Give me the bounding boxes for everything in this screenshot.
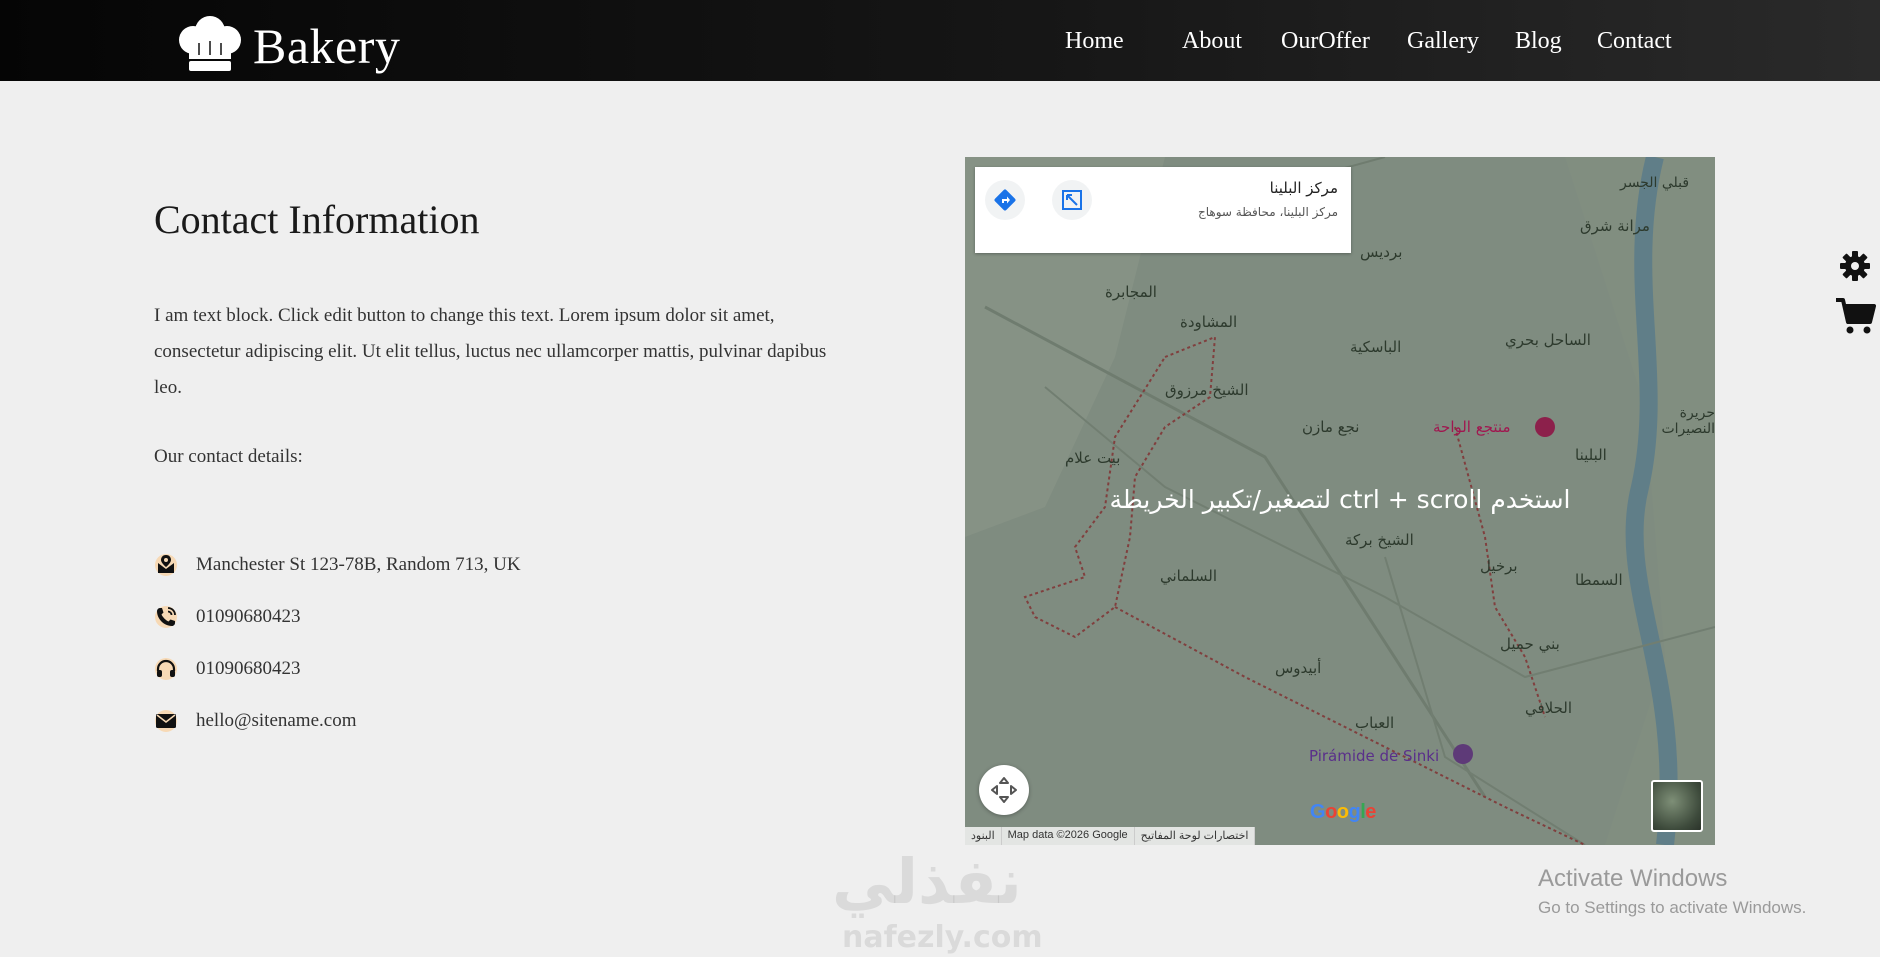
- map-label: الحلافي: [1525, 699, 1573, 717]
- address-item: Manchester St 123-78B, Random 713, UK: [154, 553, 521, 577]
- expand-icon: [1062, 190, 1082, 210]
- nav-about[interactable]: About: [1182, 28, 1242, 55]
- cart-button[interactable]: [1834, 296, 1876, 341]
- nav-contact[interactable]: Contact: [1597, 28, 1672, 55]
- map-label: Pirámide de Sinki: [1309, 747, 1440, 765]
- place-title: مركز البلينا: [1269, 179, 1338, 197]
- map-label: بردیس: [1360, 243, 1403, 261]
- google-map[interactable]: بردیس المجابرة المشاودة الشيخ مرزوق نجع …: [965, 157, 1715, 845]
- email-item: hello@sitename.com: [154, 709, 356, 733]
- page-title: Contact Information: [154, 197, 480, 242]
- nav-home[interactable]: Home: [1065, 28, 1124, 55]
- move-arrows-icon: [991, 777, 1017, 803]
- map-label: منتجع الواحة: [1433, 418, 1511, 436]
- support-phone-text: 01090680423: [196, 658, 301, 679]
- headset-icon: [154, 657, 178, 681]
- map-label: المجابرة: [1105, 283, 1157, 301]
- nav-blog[interactable]: Blog: [1515, 28, 1562, 55]
- chef-hat-icon: [179, 16, 241, 71]
- satellite-toggle[interactable]: [1651, 780, 1703, 832]
- map-label: المشاودة: [1180, 313, 1238, 331]
- brand-name: Bakery: [253, 18, 401, 74]
- gear-icon: [1840, 251, 1870, 281]
- map-label: العباب: [1355, 714, 1395, 732]
- brand-logo[interactable]: Bakery: [175, 14, 400, 74]
- directions-button[interactable]: [985, 180, 1025, 220]
- map-terms-link[interactable]: البنود: [965, 827, 1002, 845]
- map-label: الباسكية: [1350, 338, 1402, 356]
- activate-windows-subtitle: Go to Settings to activate Windows.: [1538, 898, 1807, 917]
- map-label: نجع مازن: [1302, 418, 1360, 436]
- phone-icon: [154, 605, 178, 629]
- map-footer: البنود Map data ©2026 Google اختصارات لو…: [965, 827, 1256, 845]
- top-navbar: Bakery Home About OurOffer Gallery Blog …: [0, 0, 1880, 81]
- map-label: بيت علام: [1065, 449, 1121, 467]
- map-label: حريرة النصيرات: [1661, 405, 1715, 437]
- address-text: Manchester St 123-78B, Random 713, UK: [196, 554, 521, 575]
- open-in-maps-button[interactable]: [1052, 180, 1092, 220]
- map-label: قبلي الجسر: [1620, 175, 1690, 191]
- map-data-credit: Map data ©2026 Google: [1001, 827, 1135, 845]
- support-item: 01090680423: [154, 657, 301, 681]
- map-label: البلينا: [1575, 446, 1607, 464]
- phone-item: 01090680423: [154, 605, 301, 629]
- contact-details-label: Our contact details:: [154, 446, 303, 467]
- activate-windows-title: Activate Windows: [1538, 865, 1728, 892]
- map-label: بني حميل: [1500, 635, 1560, 653]
- envelope-icon: [154, 709, 178, 733]
- map-camera-control[interactable]: [979, 765, 1029, 815]
- location-envelope-icon: [154, 553, 178, 577]
- directions-icon: [994, 189, 1016, 211]
- contact-description: I am text block. Click edit button to ch…: [154, 305, 827, 398]
- google-logo: Google: [1310, 801, 1376, 823]
- map-label: الساحل بحري: [1505, 331, 1591, 349]
- place-card: مركز البلينا مركز البلينا، محافظة سوهاج: [975, 167, 1351, 253]
- map-label: أبيدوس: [1275, 659, 1322, 677]
- map-label: مرانة شرق: [1580, 217, 1650, 235]
- map-label: الشيخ بركة: [1345, 531, 1414, 549]
- map-label: السلماني: [1160, 567, 1218, 585]
- email-text[interactable]: hello@sitename.com: [196, 710, 356, 732]
- keyboard-shortcuts-link[interactable]: اختصارات لوحة المفاتيح: [1134, 827, 1256, 845]
- map-label: برخيل: [1480, 557, 1518, 575]
- map-label: السمطا: [1575, 571, 1623, 589]
- map-zoom-hint: استخدم ctrl + scroll لتصغير/تكبير الخريط…: [1109, 485, 1571, 514]
- phone-text: 01090680423: [196, 606, 301, 627]
- watermark-arabic: نفذلي: [832, 845, 1022, 918]
- shopping-cart-icon: [1836, 298, 1876, 334]
- watermark-site: nafezly.com: [842, 920, 1043, 955]
- place-address: مركز البلينا، محافظة سوهاج: [1197, 205, 1338, 219]
- nav-gallery[interactable]: Gallery: [1407, 28, 1479, 55]
- settings-button[interactable]: [1838, 249, 1872, 288]
- nav-ouroffer[interactable]: OurOffer: [1281, 28, 1370, 55]
- map-label: الشيخ مرزوق: [1165, 381, 1249, 399]
